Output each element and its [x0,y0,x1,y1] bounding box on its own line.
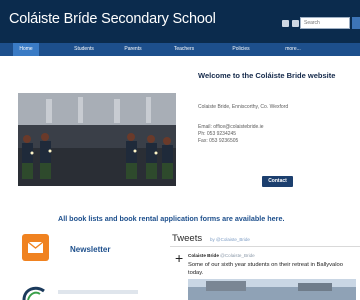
site-title[interactable]: Coláiste Bríde Secondary School [9,11,216,27]
welcome-heading: Welcome to the Coláiste Bride website [198,71,336,80]
tweet-author-handle: @Colaiste_Bride [220,253,255,258]
nav-item-home[interactable]: Home [13,43,39,56]
book-lists-link[interactable]: All book lists and book rental applicati… [58,214,284,223]
nav-item-more[interactable]: more... [280,43,306,56]
students-photo [18,93,176,186]
contact-button[interactable]: Contact [262,176,293,187]
nav-item-parents[interactable]: Parents [116,43,150,56]
address-text: Colaiste Bride, Enniscorthy, Co. Wexford [198,104,289,110]
school-logo-icon[interactable] [22,283,46,300]
tweet-text: Some of our sixth year students on their… [188,262,343,276]
newsletter-icon[interactable] [22,234,49,261]
phone-text: Ph: 053 9234245 [198,131,237,137]
school-crest-icon: + [175,250,184,266]
tweet-photo[interactable] [188,279,356,300]
search-button[interactable] [352,17,360,29]
logo-caption [58,290,138,294]
facebook-icon[interactable] [292,20,299,27]
nav-item-students[interactable]: Students [66,43,102,56]
social-icons [282,20,299,27]
main-nav: Home Students Parents Teachers Policies … [0,43,360,56]
twitter-icon[interactable] [282,20,289,27]
nav-item-teachers[interactable]: Teachers [166,43,202,56]
tweets-title: Tweets [172,233,203,244]
fax-text: Fax: 053 9236505 [198,138,239,144]
search-input[interactable] [300,17,350,29]
newsletter-link[interactable]: Newsletter [70,245,110,254]
nav-item-policies[interactable]: Policies [225,43,257,56]
tweets-by-handle[interactable]: by @Colaiste_Bride [210,237,250,242]
email-text: Email: office@colaistebride.ie [198,124,264,130]
site-header: Coláiste Bríde Secondary School [0,0,360,43]
tweet-author[interactable]: Colaiste Bride @Colaiste_Bride [188,253,255,258]
tweet-author-name: Colaiste Bride [188,253,219,258]
